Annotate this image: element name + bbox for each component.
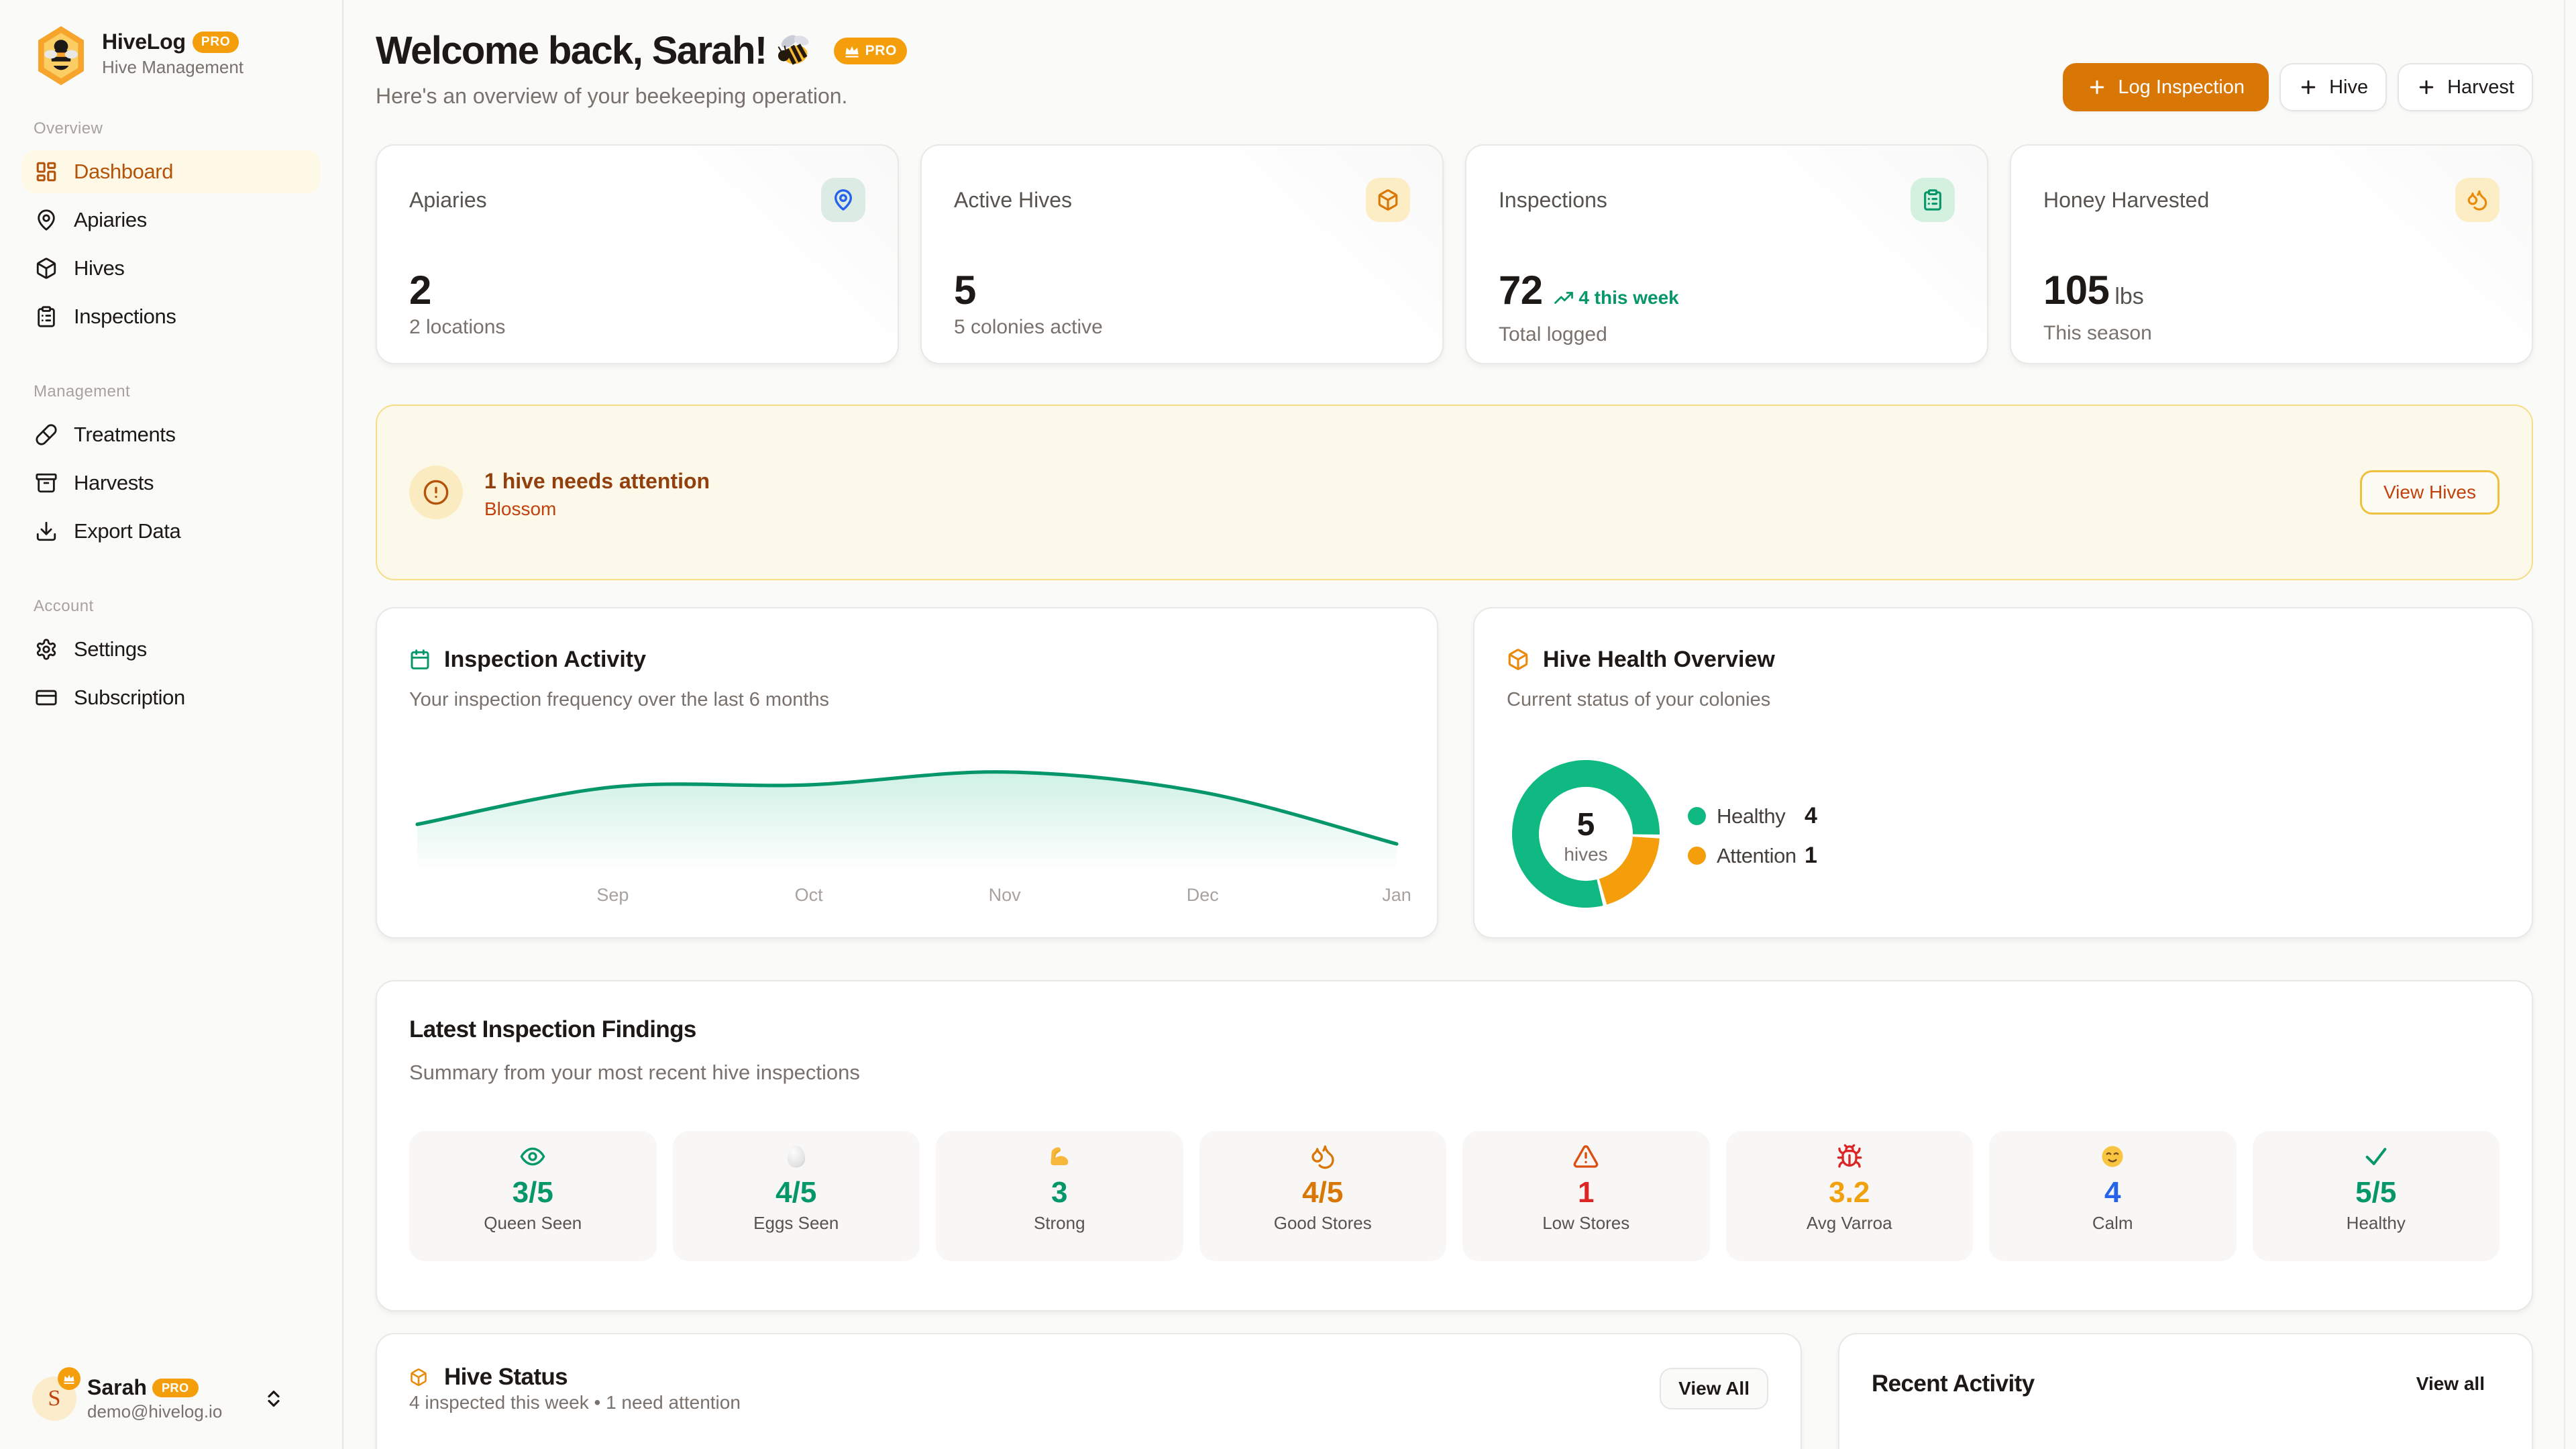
svg-text:5: 5	[1577, 807, 1595, 843]
svg-text:Sep: Sep	[596, 885, 629, 905]
svg-text:Oct: Oct	[795, 885, 824, 905]
svg-text:hives: hives	[1564, 844, 1607, 865]
svg-text:Dec: Dec	[1187, 885, 1219, 905]
svg-text:Jan: Jan	[1382, 885, 1411, 905]
svg-text:Nov: Nov	[989, 885, 1022, 905]
